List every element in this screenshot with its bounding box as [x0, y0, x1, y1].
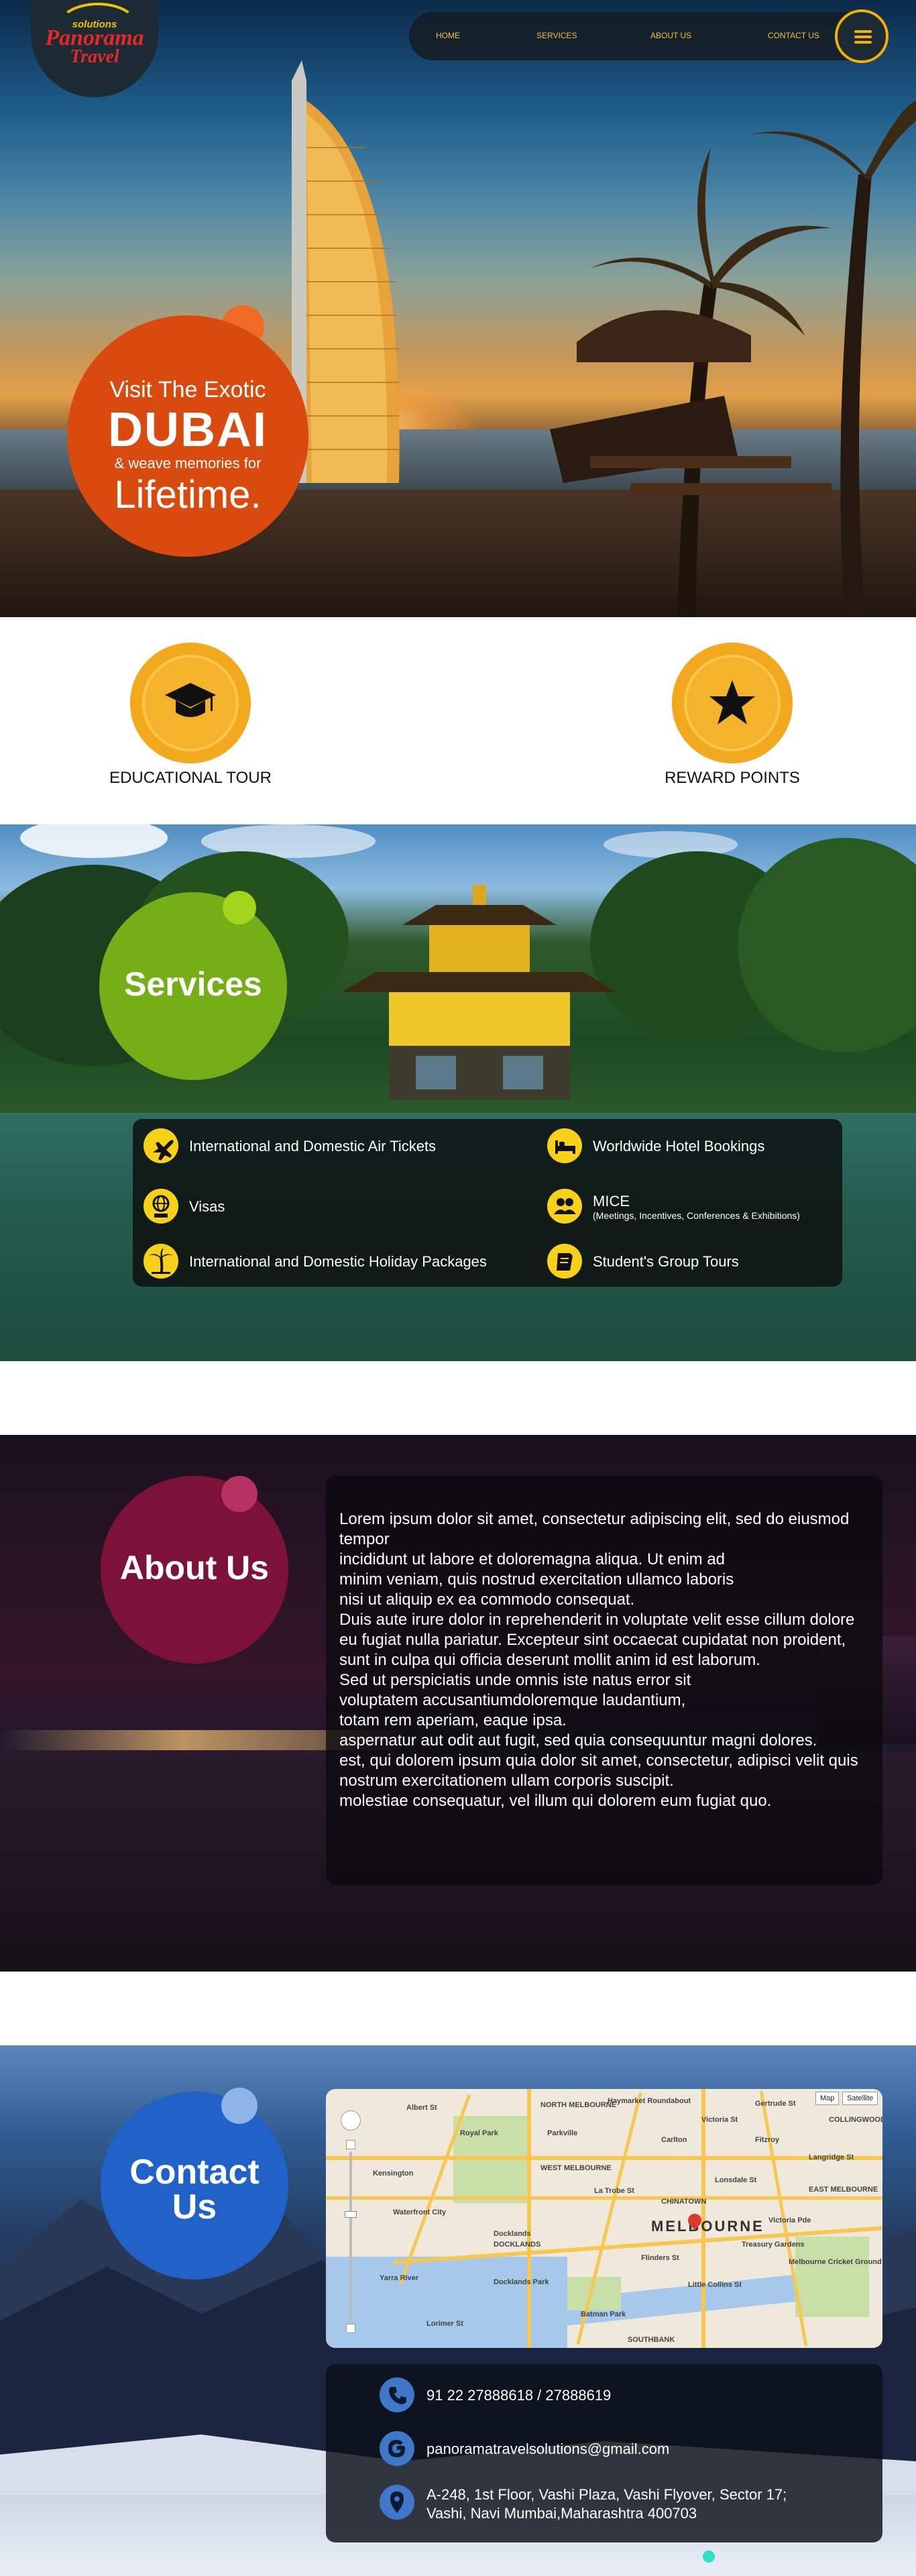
nav-services[interactable]: SERVICES — [536, 31, 577, 40]
service-label: International and Domestic Holiday Packa… — [189, 1253, 487, 1270]
service-label: Worldwide Hotel Bookings — [593, 1138, 765, 1155]
services-list: International and Domestic Air Tickets W… — [133, 1119, 842, 1287]
palm-tree-icon — [144, 1244, 178, 1279]
service-label: Visas — [189, 1198, 225, 1215]
zoom-slider[interactable] — [349, 2152, 352, 2320]
page: solutions Panorama Travel HOME SERVICES … — [0, 0, 916, 2576]
hamburger-menu-button[interactable] — [835, 9, 889, 63]
hero-line-4: Lifetime. — [114, 473, 262, 517]
menu-icon — [854, 30, 872, 33]
golden-pavilion-illustration — [342, 885, 617, 1099]
book-icon — [547, 1244, 582, 1279]
zoom-in-button[interactable] — [346, 2140, 355, 2149]
services-accent-dot — [223, 891, 256, 924]
phone-number: 91 22 27888618 / 27888619 — [426, 2387, 612, 2404]
main-nav: HOME SERVICES ABOUT US CONTACT US — [409, 12, 885, 60]
bed-icon — [547, 1128, 582, 1163]
about-title: About Us — [119, 1549, 270, 1587]
hero-destination: DUBAI — [108, 403, 268, 457]
feature-label: EDUCATIONAL TOUR — [109, 769, 272, 787]
map-type-map-button[interactable]: Map — [815, 2092, 840, 2105]
map-zoom-control[interactable] — [341, 2110, 361, 2339]
contact-details-panel: 91 22 27888618 / 27888619 panoramatravel… — [326, 2364, 882, 2542]
hero-line-3: & weave memories for — [114, 455, 262, 472]
map-pan-icon[interactable] — [341, 2110, 361, 2131]
feature-educational-tour[interactable]: EDUCATIONAL TOUR — [78, 643, 279, 797]
logo-sub: Travel — [70, 46, 119, 67]
hero-line-1: Visit The Exotic — [109, 377, 266, 402]
hero-promo-badge: Visit The Exotic DUBAI & weave memories … — [67, 315, 308, 557]
service-sublabel: (Meetings, Incentives, Conferences & Exh… — [593, 1210, 800, 1221]
star-icon — [709, 680, 755, 724]
location-map[interactable]: NORTH MELBOURNE Haymarket Roundabout Par… — [326, 2089, 882, 2348]
about-text-panel: Lorem ipsum dolor sit amet, consectetur … — [326, 1476, 882, 1885]
palm-trees-illustration — [550, 101, 916, 617]
google-icon — [380, 2431, 414, 2466]
service-label: Student's Group Tours — [593, 1253, 739, 1270]
services-title: Services — [124, 965, 262, 1003]
map-city-label: MELBOURNE — [651, 2218, 764, 2235]
hero-section: solutions Panorama Travel HOME SERVICES … — [0, 0, 916, 617]
contact-accent-dot — [221, 2088, 257, 2124]
zoom-out-button[interactable] — [346, 2324, 355, 2333]
location-pin-icon — [380, 2485, 414, 2520]
nav-home[interactable]: HOME — [436, 31, 460, 40]
about-text: Lorem ipsum dolor sit amet, consectetur … — [339, 1510, 858, 1810]
globe-visa-icon — [144, 1189, 178, 1224]
feature-reward-points[interactable]: REWARD POINTS — [620, 643, 821, 797]
address-line-1: A-248, 1st Floor, Vashi Plaza, Vashi Fly… — [426, 2486, 787, 2503]
logo-name: Panorama — [45, 25, 144, 50]
nav-contact-us[interactable]: CONTACT US — [768, 31, 819, 40]
service-label: International and Domestic Air Tickets — [189, 1138, 437, 1155]
contact-title: Contact Us — [129, 2153, 260, 2226]
feature-label: REWARD POINTS — [665, 769, 800, 787]
phone-icon — [380, 2377, 414, 2412]
scroll-indicator[interactable] — [703, 2551, 715, 2563]
email-address: panoramatravelsolutions@gmail.com — [426, 2440, 670, 2457]
map-type-satellite-button[interactable]: Satellite — [842, 2092, 878, 2105]
logo[interactable]: solutions Panorama Travel — [31, 0, 158, 97]
airplane-icon — [144, 1128, 178, 1163]
address-line-2: Vashi, Navi Mumbai,Maharashtra 400703 — [426, 2505, 697, 2522]
service-label: MICE — [593, 1193, 630, 1210]
graduation-cap-icon — [165, 683, 216, 717]
people-icon — [547, 1189, 582, 1224]
about-accent-dot — [221, 1476, 257, 1512]
nav-about-us[interactable]: ABOUT US — [650, 31, 691, 40]
zoom-slider-handle[interactable] — [345, 2211, 357, 2218]
